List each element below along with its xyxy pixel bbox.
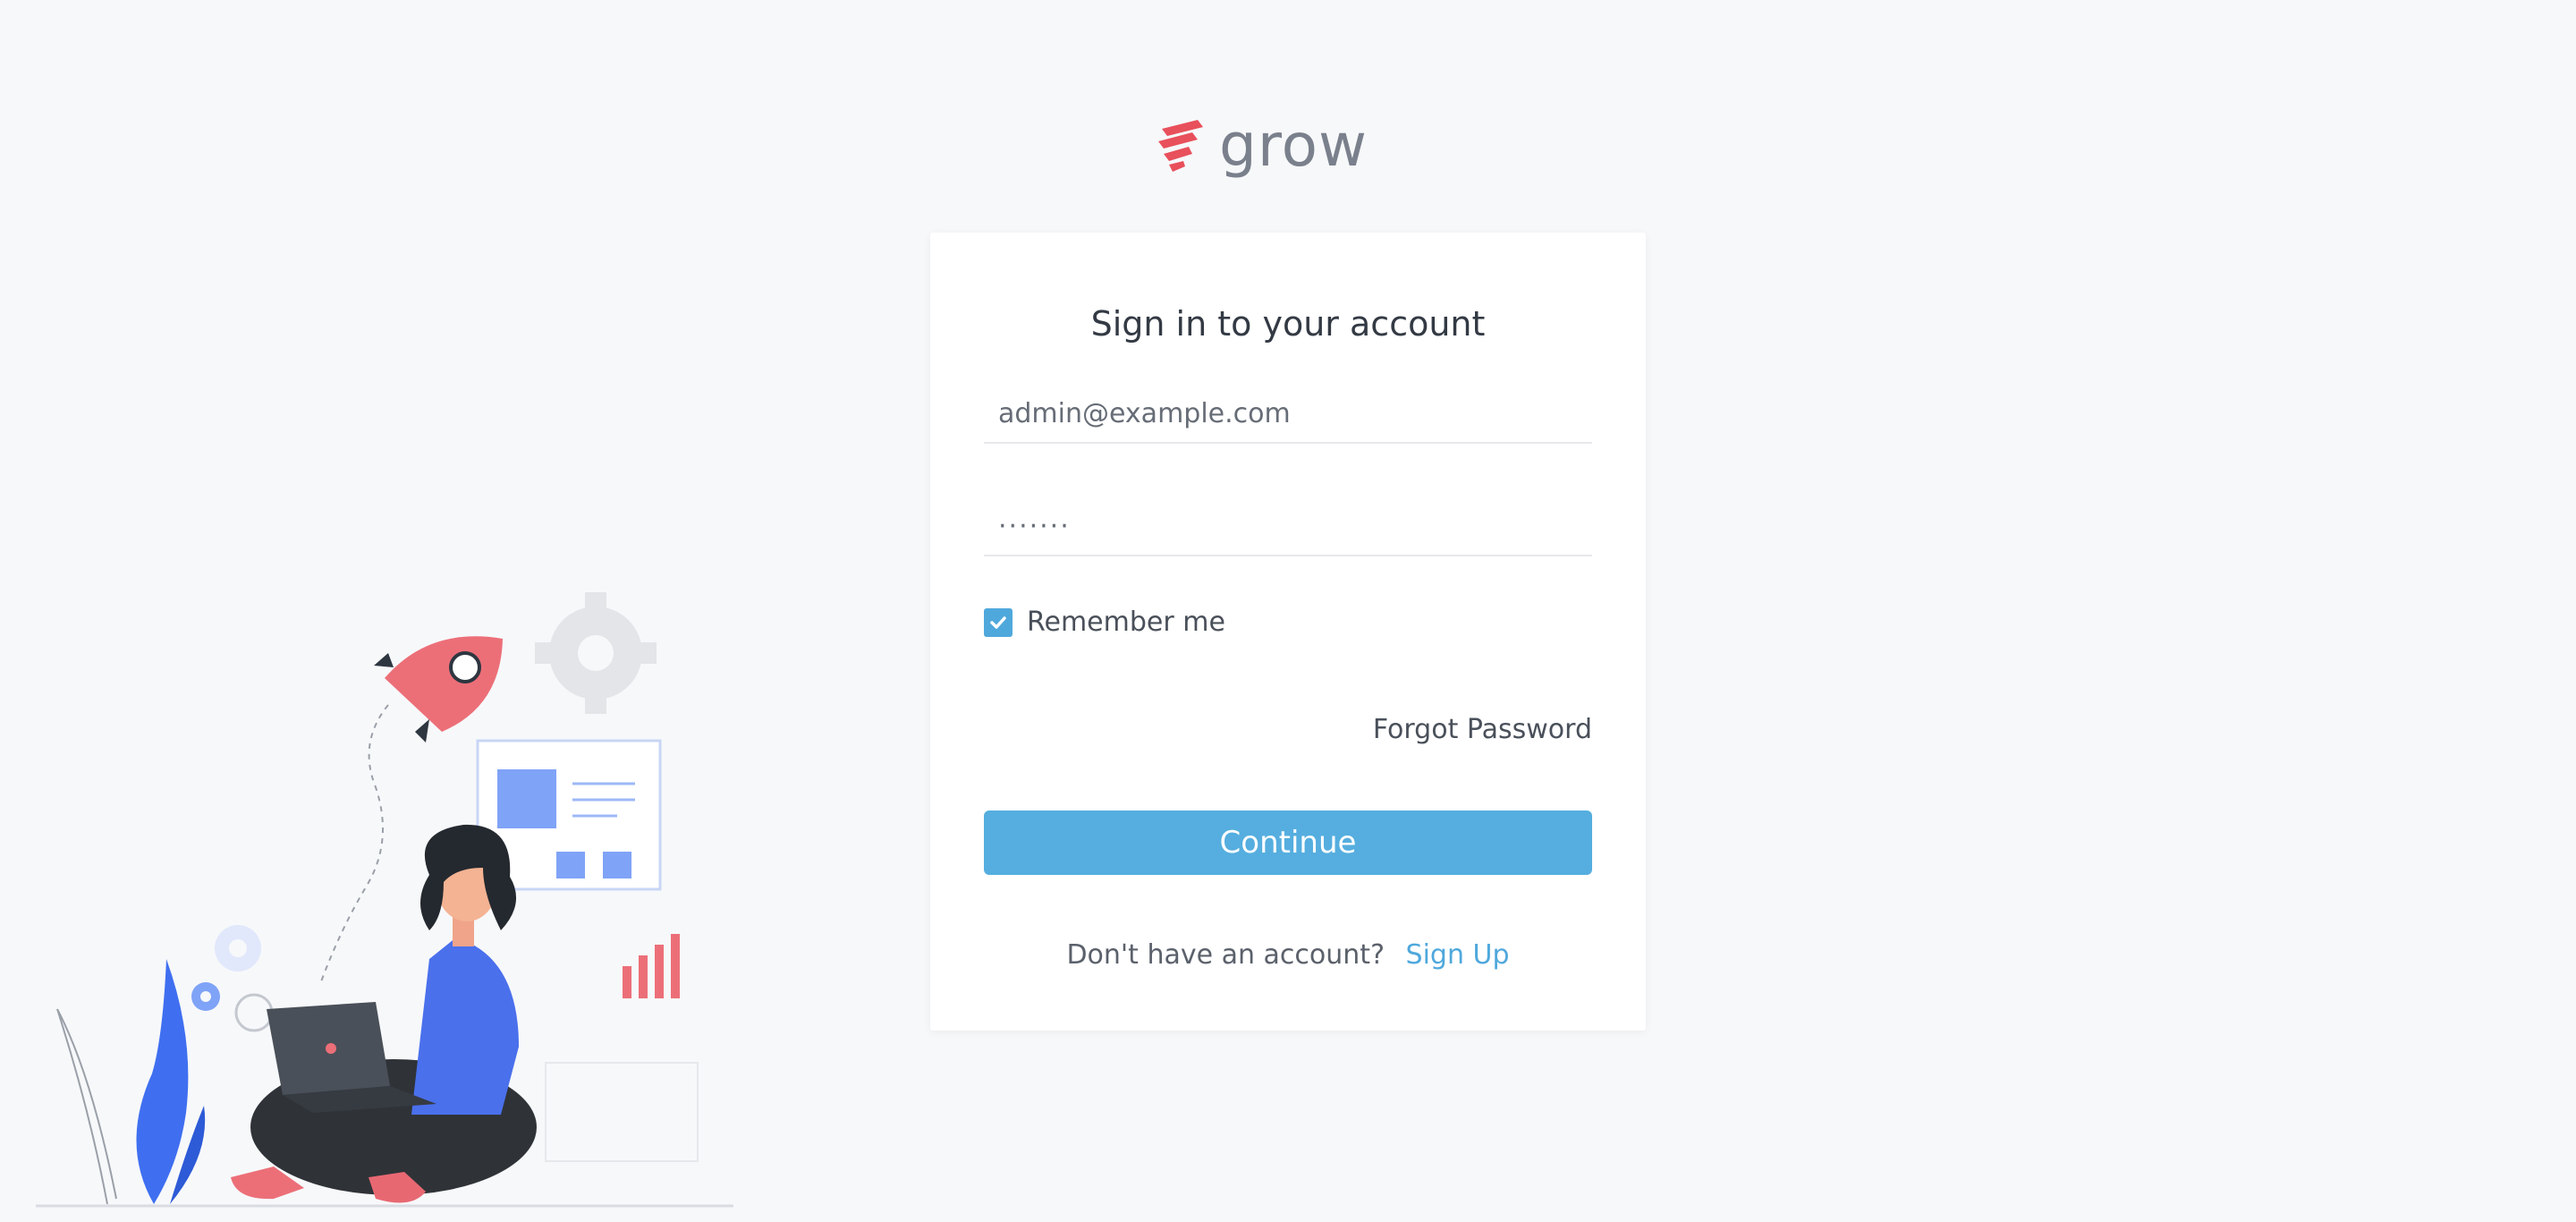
brand-logo: grow [1157,115,1368,177]
login-card: Sign in to your account Remember me Forg… [930,233,1646,1031]
rocket-icon [319,636,503,985]
bar-chart-graphic [623,934,680,998]
password-field[interactable] [984,497,1592,556]
signup-prompt: Don't have an account? [1066,939,1385,971]
forgot-password-link[interactable]: Forgot Password [1373,714,1592,745]
woman-graphic [231,824,537,1203]
remember-me-checkbox[interactable] [984,607,1013,637]
plant-graphic [56,959,206,1205]
faded-card-graphic [545,1062,699,1162]
small-gear-icon [191,925,274,1032]
remember-me-row[interactable]: Remember me [984,607,1225,638]
logo-icon [1158,120,1203,172]
login-title: Sign in to your account [1090,304,1486,344]
signup-row: Don't have an account? Sign Up [930,939,1646,971]
remember-me-label: Remember me [1027,607,1225,638]
woman-with-laptop-illustration [36,592,733,1208]
email-field[interactable] [984,385,1592,444]
continue-button[interactable]: Continue [984,810,1592,875]
brand-name: grow [1219,111,1368,180]
gear-icon [535,592,657,714]
signup-link[interactable]: Sign Up [1406,939,1510,971]
check-icon [990,615,1006,629]
